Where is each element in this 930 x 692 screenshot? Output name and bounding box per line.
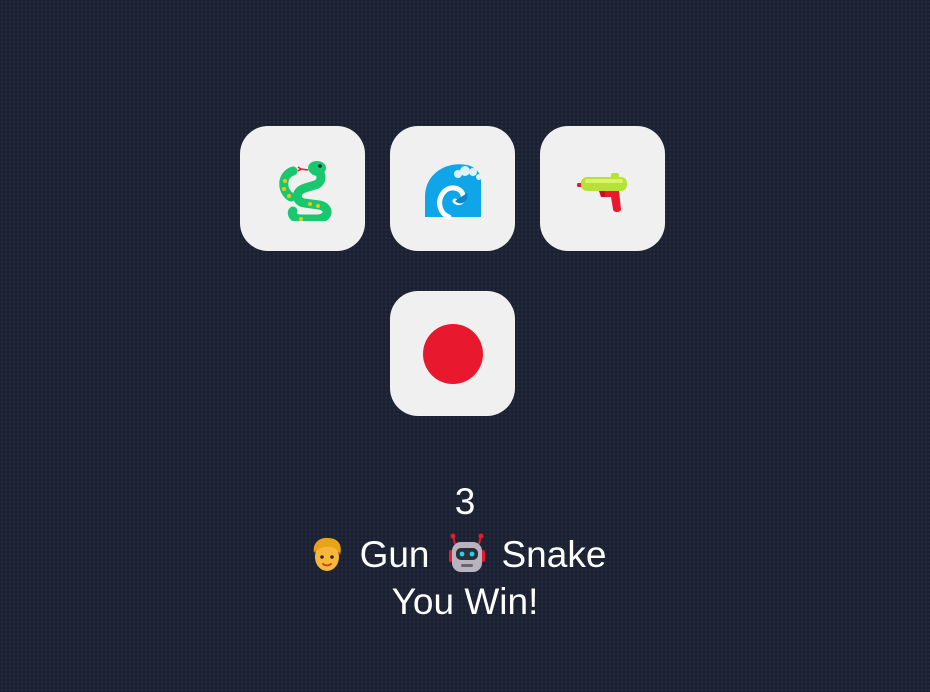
- person-icon: [308, 535, 346, 575]
- gun-choice-button[interactable]: [540, 126, 665, 251]
- score-display: 3: [454, 481, 476, 522]
- water-pistol-icon: [571, 157, 635, 221]
- computer-move: Snake: [501, 534, 607, 575]
- stop-choice-button[interactable]: [390, 291, 515, 416]
- water-choice-button[interactable]: [390, 126, 515, 251]
- red-circle-icon: [422, 323, 483, 384]
- robot-icon: [446, 532, 488, 578]
- moves-summary: Gun Snake: [0, 531, 930, 579]
- snake-icon: [271, 157, 335, 221]
- result-message: You Win!: [391, 581, 539, 622]
- player-move: Gun: [359, 534, 430, 575]
- water-wave-icon: [421, 157, 485, 221]
- snake-choice-button[interactable]: [240, 126, 365, 251]
